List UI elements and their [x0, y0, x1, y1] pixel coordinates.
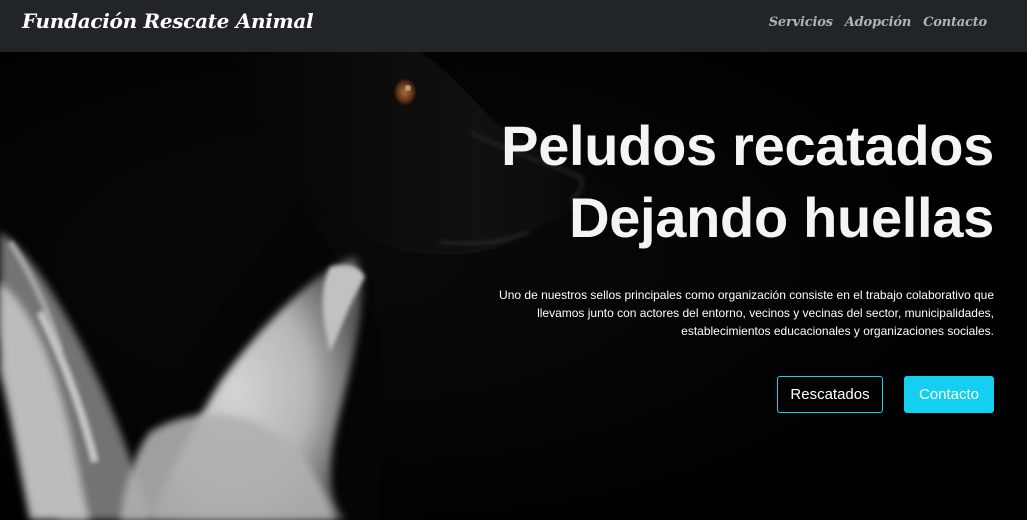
hero-title-line1: Peludos recatados — [501, 114, 994, 177]
nav-link-servicios[interactable]: Servicios — [769, 15, 833, 30]
nav-link-contacto[interactable]: Contacto — [923, 15, 987, 30]
hero-description: Uno de nuestros sellos principales como … — [499, 288, 994, 338]
navbar: Fundación Rescate Animal Servicios Adopc… — [0, 0, 1027, 52]
nav-links: Servicios Adopción Contacto — [769, 15, 987, 30]
hero-section: Peludos recatados Dejando huellas Uno de… — [0, 52, 1027, 520]
hero-title-line2: Dejando huellas — [569, 186, 994, 249]
contact-button[interactable]: Contacto — [904, 376, 994, 413]
nav-link-adopcion[interactable]: Adopción — [845, 15, 912, 30]
hero-title: Peludos recatados Dejando huellas — [394, 110, 994, 254]
brand-link[interactable]: Fundación Rescate Animal — [22, 9, 314, 33]
rescued-button[interactable]: Rescatados — [777, 376, 883, 413]
